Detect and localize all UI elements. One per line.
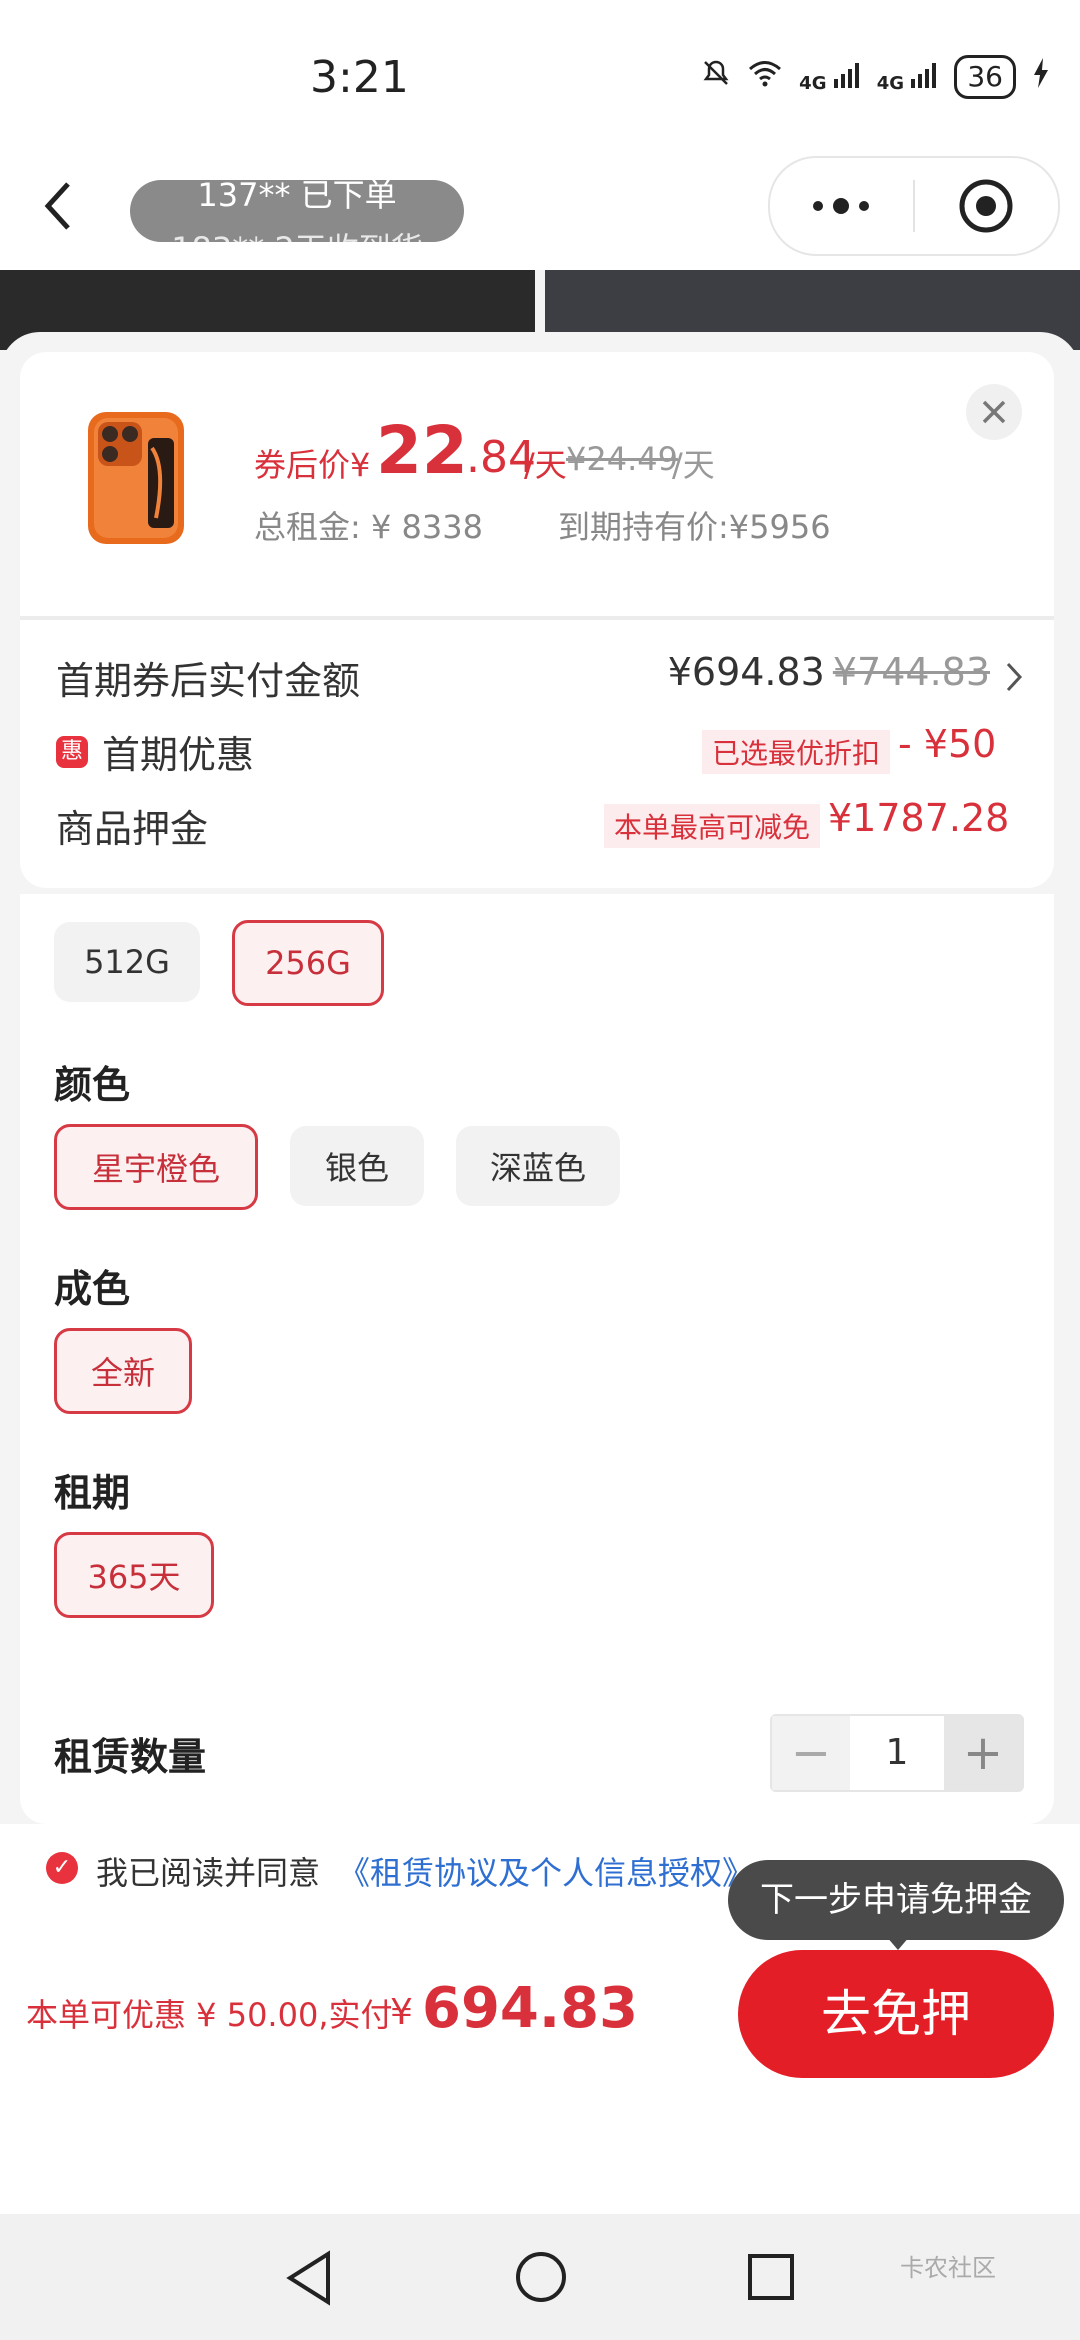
circle-home-icon bbox=[516, 2252, 566, 2302]
nav-back-button[interactable] bbox=[284, 2250, 334, 2310]
close-icon bbox=[982, 400, 1006, 424]
product-image bbox=[76, 408, 196, 548]
tooltip-tail bbox=[886, 1936, 910, 1950]
wifi-icon bbox=[747, 58, 783, 96]
signal-icon-2: 4G bbox=[877, 61, 939, 94]
miniapp-capsule bbox=[768, 156, 1060, 256]
increase-quantity-button[interactable]: + bbox=[944, 1716, 1022, 1790]
agreement-link[interactable]: 《租赁协议及个人信息授权》 bbox=[338, 1848, 754, 1894]
term-section-title: 租期 bbox=[54, 1471, 131, 1515]
pay-amount: 694.83 bbox=[422, 1976, 639, 2041]
hold-price: 到期持有价:¥5956 bbox=[558, 508, 831, 546]
square-recents-icon bbox=[748, 2254, 794, 2300]
discount-label: 首期优惠 bbox=[102, 733, 255, 777]
deposit-free-button[interactable]: 去免押 bbox=[738, 1950, 1054, 2078]
storage-option-256g[interactable]: 256G bbox=[232, 920, 384, 1006]
color-section-title: 颜色 bbox=[54, 1063, 131, 1107]
best-discount-badge: 已选最优折扣 bbox=[702, 730, 891, 774]
daily-price-unit: /天 bbox=[524, 446, 567, 484]
quantity-value[interactable]: 1 bbox=[850, 1716, 944, 1790]
coupon-price-label: 券后价¥ bbox=[254, 446, 371, 484]
original-daily-price: ¥24.49 bbox=[566, 440, 678, 478]
charging-icon bbox=[1032, 57, 1050, 97]
card-divider bbox=[20, 616, 1054, 620]
color-option-dark-blue[interactable]: 深蓝色 bbox=[456, 1126, 620, 1206]
ticker-line-1: 137** 已下单 bbox=[197, 180, 397, 214]
capsule-divider bbox=[913, 180, 915, 232]
more-menu-button[interactable] bbox=[808, 188, 874, 228]
target-close-icon bbox=[959, 179, 1013, 233]
status-icons: 4G 4G 36 bbox=[701, 55, 1050, 99]
pay-currency: ¥ bbox=[390, 1992, 413, 2033]
condition-section-title: 成色 bbox=[54, 1267, 131, 1311]
signal-icon-1: 4G bbox=[799, 61, 861, 94]
first-period-original: ¥744.83 bbox=[832, 650, 990, 694]
order-discount-text: 本单可优惠 ¥ 50.00,实付 bbox=[26, 1996, 393, 2034]
back-arrow-icon bbox=[44, 182, 70, 230]
term-option-365[interactable]: 365天 bbox=[54, 1532, 214, 1618]
original-price-unit: /天 bbox=[672, 446, 715, 484]
back-button[interactable] bbox=[36, 176, 86, 236]
mute-icon bbox=[701, 58, 731, 96]
color-option-orange[interactable]: 星宇橙色 bbox=[54, 1124, 258, 1210]
nav-recents-button[interactable] bbox=[746, 2252, 796, 2306]
condition-option-new[interactable]: 全新 bbox=[54, 1328, 192, 1414]
close-sheet-button[interactable] bbox=[966, 384, 1022, 440]
more-dots-icon bbox=[813, 198, 869, 214]
total-rent: 总租金: ¥ 8338 bbox=[254, 508, 483, 546]
color-option-silver[interactable]: 银色 bbox=[290, 1126, 424, 1206]
discount-value: - ¥50 bbox=[898, 722, 997, 766]
first-period-value: ¥694.83 bbox=[667, 650, 825, 694]
agree-checkbox[interactable]: ✓ bbox=[46, 1852, 78, 1884]
agree-text: 我已阅读并同意 bbox=[96, 1854, 321, 1892]
deposit-value: ¥1787.28 bbox=[828, 796, 1010, 840]
close-miniapp-button[interactable] bbox=[958, 178, 1014, 238]
deposit-label: 商品押金 bbox=[56, 807, 209, 851]
first-period-label: 首期券后实付金额 bbox=[56, 659, 361, 703]
quantity-stepper[interactable]: − 1 + bbox=[770, 1714, 1024, 1792]
triangle-back-icon bbox=[286, 2250, 330, 2306]
status-time: 3:21 bbox=[310, 52, 409, 103]
order-ticker: 137** 已下单 183** 2天收到货 bbox=[130, 180, 464, 242]
first-period-value-group[interactable]: ¥694.83 ¥744.83 bbox=[668, 650, 990, 694]
discount-icon: 惠 bbox=[56, 736, 88, 768]
battery-icon: 36 bbox=[954, 55, 1016, 99]
decrease-quantity-button[interactable]: − bbox=[772, 1716, 850, 1790]
deposit-badge: 本单最高可减免 bbox=[604, 804, 821, 848]
ticker-line-2: 183** 2天收到货 bbox=[130, 224, 464, 242]
watermark-logo: 卡农社区 bbox=[900, 2254, 996, 2282]
daily-price-integer: 22 bbox=[376, 412, 468, 489]
chevron-right-icon[interactable] bbox=[1004, 660, 1024, 703]
quantity-section-title: 租赁数量 bbox=[54, 1735, 207, 1779]
next-step-tooltip: 下一步申请免押金 bbox=[728, 1860, 1064, 1940]
storage-option-512g[interactable]: 512G bbox=[54, 922, 200, 1002]
nav-home-button[interactable] bbox=[514, 2250, 568, 2308]
